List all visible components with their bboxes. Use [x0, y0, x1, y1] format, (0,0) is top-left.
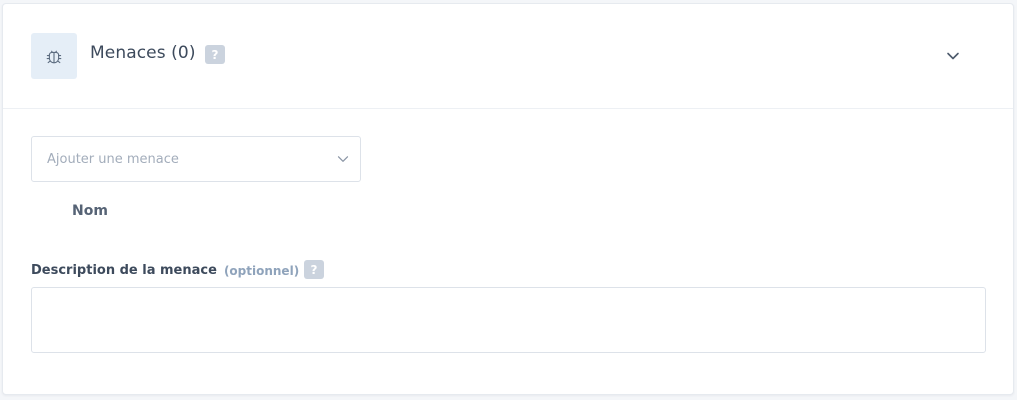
- threat-icon-box: [31, 33, 77, 79]
- chevron-down-icon: [337, 156, 349, 162]
- add-threat-select[interactable]: Ajouter une menace: [31, 136, 361, 182]
- panel-title: Menaces (0): [90, 43, 196, 63]
- description-label-text: Description de la menace: [31, 263, 217, 278]
- description-textarea[interactable]: [31, 287, 986, 353]
- panel-header[interactable]: Menaces (0) ?: [3, 4, 1013, 109]
- threats-panel: Menaces (0) ? Ajouter une menace Nom Des…: [2, 3, 1014, 395]
- bug-icon: [46, 50, 62, 64]
- description-label: Description de la menace (optionnel): [31, 263, 299, 279]
- help-icon[interactable]: ?: [304, 260, 324, 279]
- help-icon[interactable]: ?: [205, 45, 225, 64]
- chevron-down-icon: [947, 52, 959, 60]
- column-header-name: Nom: [72, 203, 108, 219]
- collapse-toggle-button[interactable]: [939, 42, 967, 70]
- add-threat-placeholder: Ajouter une menace: [47, 152, 179, 167]
- optional-tag: (optionnel): [223, 264, 300, 278]
